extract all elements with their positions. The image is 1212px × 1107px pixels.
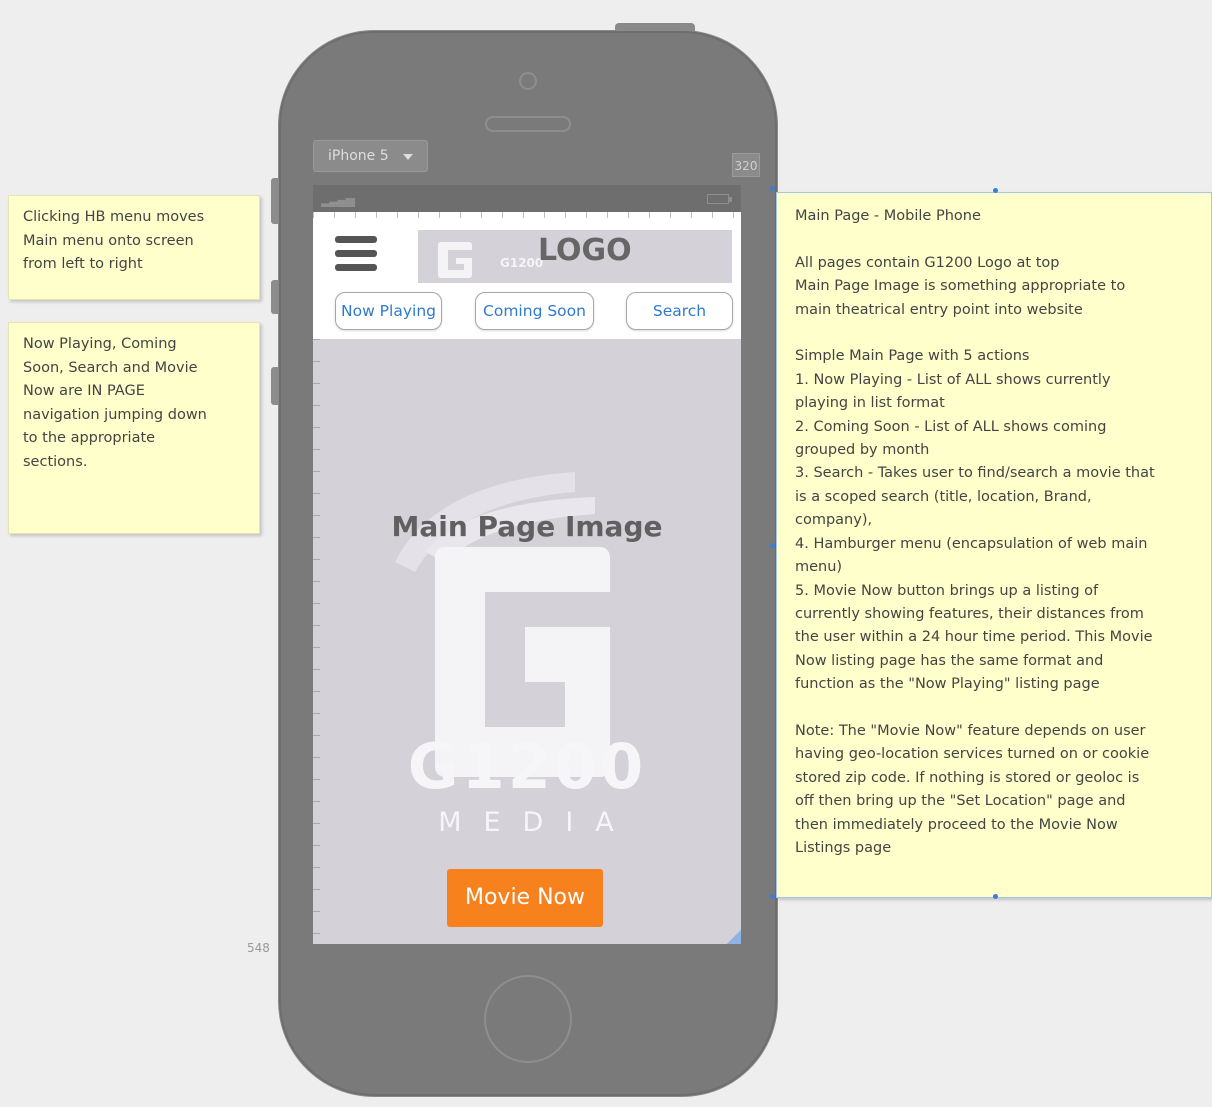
app-header: G1200 LOGO Now Playing Coming Soon Searc… <box>313 212 741 339</box>
ruler-top-header <box>313 212 741 218</box>
movie-now-button[interactable]: Movie Now <box>447 869 603 927</box>
hamburger-menu-icon[interactable] <box>335 236 377 274</box>
resize-grip-icon[interactable] <box>727 930 741 944</box>
battery-icon <box>707 194 732 204</box>
selection-handle-top-mid[interactable] <box>993 188 998 193</box>
g-logo-icon <box>438 242 472 278</box>
selection-handle-mid-left[interactable] <box>770 543 775 548</box>
brand-subtitle: MEDIA <box>438 807 636 838</box>
selection-handle-top-left[interactable] <box>770 186 775 191</box>
canvas: Clicking HB menu moves Main menu onto sc… <box>0 0 1212 1107</box>
logo-text: LOGO <box>538 233 632 268</box>
logo[interactable]: G1200 LOGO <box>418 230 732 283</box>
phone-screen: Main Page Image G1200 MEDIA G1200 LOGO N… <box>313 212 741 944</box>
chevron-down-icon <box>403 154 413 160</box>
signal-icon: ▂▃▄▅ <box>321 193 355 207</box>
main-page-image-label: Main Page Image <box>391 510 663 543</box>
sticky-note-hb-menu[interactable]: Clicking HB menu moves Main menu onto sc… <box>8 195 260 300</box>
coming-soon-button[interactable]: Coming Soon <box>475 292 594 330</box>
selection-handle-bottom-left[interactable] <box>770 894 775 899</box>
camera-icon <box>519 72 537 90</box>
height-label: 548 <box>247 941 270 955</box>
ruler-left <box>313 339 320 939</box>
search-button[interactable]: Search <box>626 292 733 330</box>
brand-name: G1200 <box>407 730 647 803</box>
selection-handle-bottom-mid[interactable] <box>993 894 998 899</box>
status-bar: ▂▃▄▅ <box>313 185 741 212</box>
sticky-note-in-page-nav[interactable]: Now Playing, Coming Soon, Search and Mov… <box>8 322 260 534</box>
speaker-grille <box>485 116 571 132</box>
now-playing-button[interactable]: Now Playing <box>335 292 442 330</box>
device-select-value: iPhone 5 <box>328 148 389 164</box>
device-select[interactable]: iPhone 5 <box>313 140 428 172</box>
logo-mini-text: G1200 <box>500 256 544 270</box>
sticky-note-main-page[interactable]: Main Page - Mobile Phone All pages conta… <box>776 192 1212 898</box>
width-label: 320 <box>732 153 760 177</box>
home-button <box>484 975 572 1063</box>
